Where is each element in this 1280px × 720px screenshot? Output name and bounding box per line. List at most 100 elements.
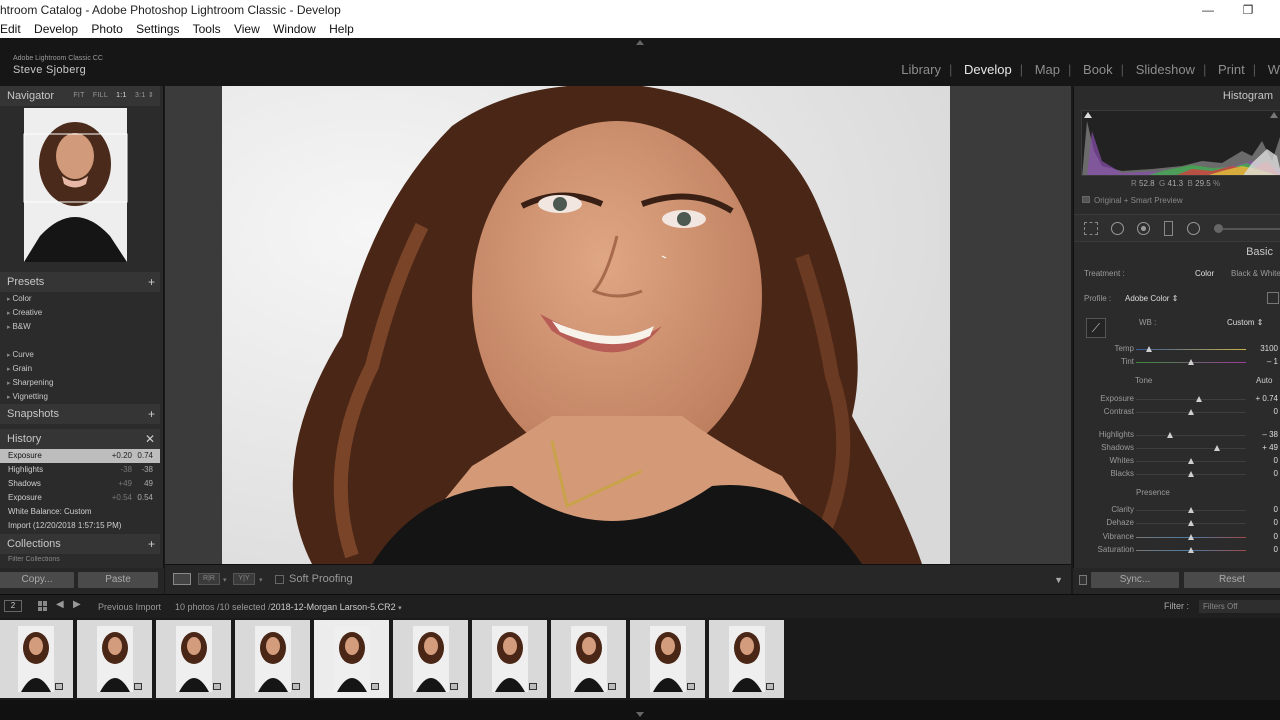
slider-value[interactable]: – 1 — [1267, 357, 1278, 366]
shadow-clipping-icon[interactable] — [1084, 112, 1092, 118]
snapshots-header[interactable]: Snapshots + — [0, 404, 160, 424]
menu-tools[interactable]: Tools — [193, 22, 221, 36]
slider-thumb[interactable] — [1188, 534, 1194, 540]
menu-edit[interactable]: Edit — [0, 22, 21, 36]
toolbar-menu-icon[interactable]: ▼ — [1054, 575, 1063, 585]
filmstrip-thumbnail[interactable] — [551, 620, 628, 698]
slider-thumb[interactable] — [1146, 346, 1153, 352]
slider-track[interactable] — [1136, 349, 1246, 350]
module-web[interactable]: W — [1260, 62, 1280, 77]
menu-photo[interactable]: Photo — [91, 22, 122, 36]
history-item[interactable]: Exposure +0.54 0.54 — [0, 491, 160, 505]
sync-toggle-icon[interactable] — [1079, 575, 1087, 585]
slider-thumb[interactable] — [1167, 432, 1174, 438]
profile-dropdown[interactable]: Adobe Color ⇕ — [1125, 294, 1178, 303]
wb-dropdown[interactable]: Custom ⇕ — [1227, 318, 1264, 327]
module-slideshow[interactable]: Slideshow — [1128, 62, 1203, 77]
crop-icon[interactable] — [1084, 222, 1098, 235]
slider-value[interactable]: 0 — [1274, 518, 1278, 527]
menu-develop[interactable]: Develop — [34, 22, 78, 36]
filmstrip-thumbnail[interactable] — [630, 620, 707, 698]
clear-history-icon[interactable]: ✕ — [145, 429, 155, 449]
navigator-header[interactable]: Navigator FIT FILL 1:1 3:1 ⇕ — [0, 86, 160, 106]
slider-value[interactable]: 0 — [1274, 545, 1278, 554]
filmstrip-thumbnail[interactable] — [0, 620, 75, 698]
source-label[interactable]: Previous Import — [98, 602, 161, 612]
slider-value[interactable]: 0 — [1274, 532, 1278, 541]
module-develop[interactable]: Develop — [956, 62, 1020, 77]
tone-auto-button[interactable]: Auto — [1256, 376, 1272, 385]
presets-header[interactable]: Presets + — [0, 272, 160, 292]
white-balance-selector-icon[interactable]: ⟋ — [1086, 318, 1106, 338]
red-eye-icon[interactable] — [1137, 222, 1150, 235]
treatment-bw-option[interactable]: Black & White — [1231, 269, 1280, 278]
slider-value[interactable]: – 38 — [1262, 430, 1278, 439]
zoom-fit[interactable]: FIT — [73, 92, 84, 99]
slider-thumb[interactable] — [1188, 458, 1194, 464]
slider-value[interactable]: + 0.74 — [1256, 394, 1278, 403]
slider-thumb[interactable] — [1195, 396, 1202, 402]
module-library[interactable]: Library — [893, 62, 949, 77]
highlight-clipping-icon[interactable] — [1270, 112, 1278, 118]
slider-thumb[interactable] — [1188, 471, 1194, 477]
collapse-bottom-triangle-icon[interactable] — [636, 712, 644, 717]
preset-group-bw[interactable]: B&W — [7, 322, 30, 331]
collections-header[interactable]: Collections + — [0, 534, 160, 554]
filmstrip-thumbnail[interactable] — [235, 620, 312, 698]
preset-group-grain[interactable]: Grain — [7, 364, 32, 373]
collections-filter[interactable]: Filter Collections — [8, 556, 60, 562]
paste-button[interactable]: Paste — [78, 572, 158, 588]
radial-filter-icon[interactable] — [1187, 222, 1200, 235]
module-map[interactable]: Map — [1027, 62, 1068, 77]
preset-group-vignetting[interactable]: Vignetting — [7, 392, 47, 401]
forward-arrow-icon[interactable]: ▶ — [73, 599, 81, 610]
history-header[interactable]: History ✕ — [0, 429, 160, 449]
histogram-graph[interactable] — [1081, 110, 1280, 176]
menu-help[interactable]: Help — [329, 22, 354, 36]
menu-settings[interactable]: Settings — [136, 22, 179, 36]
treatment-color-option[interactable]: Color — [1195, 269, 1214, 278]
slider-thumb[interactable] — [1188, 359, 1194, 365]
spot-removal-icon[interactable] — [1111, 222, 1124, 235]
slider-value[interactable]: 0 — [1274, 456, 1278, 465]
copy-button[interactable]: Copy... — [0, 572, 74, 588]
swap-before-after-icon[interactable]: Y|Y — [233, 573, 255, 585]
menu-view[interactable]: View — [234, 22, 260, 36]
before-after-dropdown-icon[interactable]: ▾ — [223, 576, 227, 584]
secondary-display-button[interactable]: 2 — [4, 600, 22, 612]
filmstrip-thumbnail[interactable] — [77, 620, 154, 698]
add-preset-icon[interactable]: + — [148, 272, 155, 292]
preset-group-curve[interactable]: Curve — [7, 350, 33, 359]
history-item[interactable]: White Balance: Custom — [0, 505, 160, 519]
slider-thumb[interactable] — [1188, 547, 1194, 553]
slider-value[interactable]: 0 — [1274, 469, 1278, 478]
collapse-top-triangle-icon[interactable] — [636, 40, 644, 45]
minimize-button[interactable]: — — [1188, 0, 1228, 20]
preset-group-creative[interactable]: Creative — [7, 308, 42, 317]
slider-value[interactable]: + 49 — [1262, 443, 1278, 452]
history-item[interactable]: Exposure +0.20 0.74 — [0, 449, 160, 463]
slider-thumb[interactable] — [1188, 409, 1194, 415]
add-snapshot-icon[interactable]: + — [148, 404, 155, 424]
module-print[interactable]: Print — [1210, 62, 1253, 77]
filmstrip-thumbnail[interactable] — [393, 620, 470, 698]
graduated-filter-icon[interactable] — [1164, 221, 1173, 236]
grid-view-icon[interactable] — [38, 601, 48, 611]
slider-track[interactable] — [1136, 448, 1246, 449]
navigator-preview[interactable] — [0, 106, 160, 266]
slider-track[interactable] — [1136, 435, 1246, 436]
history-item[interactable]: Import (12/20/2018 1:57:15 PM) — [0, 519, 160, 533]
filmstrip-thumbnail[interactable] — [472, 620, 549, 698]
loupe-view-icon[interactable] — [173, 573, 191, 585]
adjustment-brush-icon[interactable] — [1214, 228, 1280, 230]
slider-value[interactable]: 3100 — [1260, 344, 1278, 353]
filmstrip-thumbnail[interactable] — [156, 620, 233, 698]
menu-window[interactable]: Window — [273, 22, 316, 36]
back-arrow-icon[interactable]: ◀ — [56, 599, 64, 610]
module-book[interactable]: Book — [1075, 62, 1121, 77]
zoom-1-1[interactable]: 1:1 — [116, 92, 127, 99]
before-after-icon[interactable]: R|R — [198, 573, 220, 585]
zoom-fill[interactable]: FILL — [93, 92, 108, 99]
history-item[interactable]: Shadows +49 49 — [0, 477, 160, 491]
slider-value[interactable]: 0 — [1274, 407, 1278, 416]
